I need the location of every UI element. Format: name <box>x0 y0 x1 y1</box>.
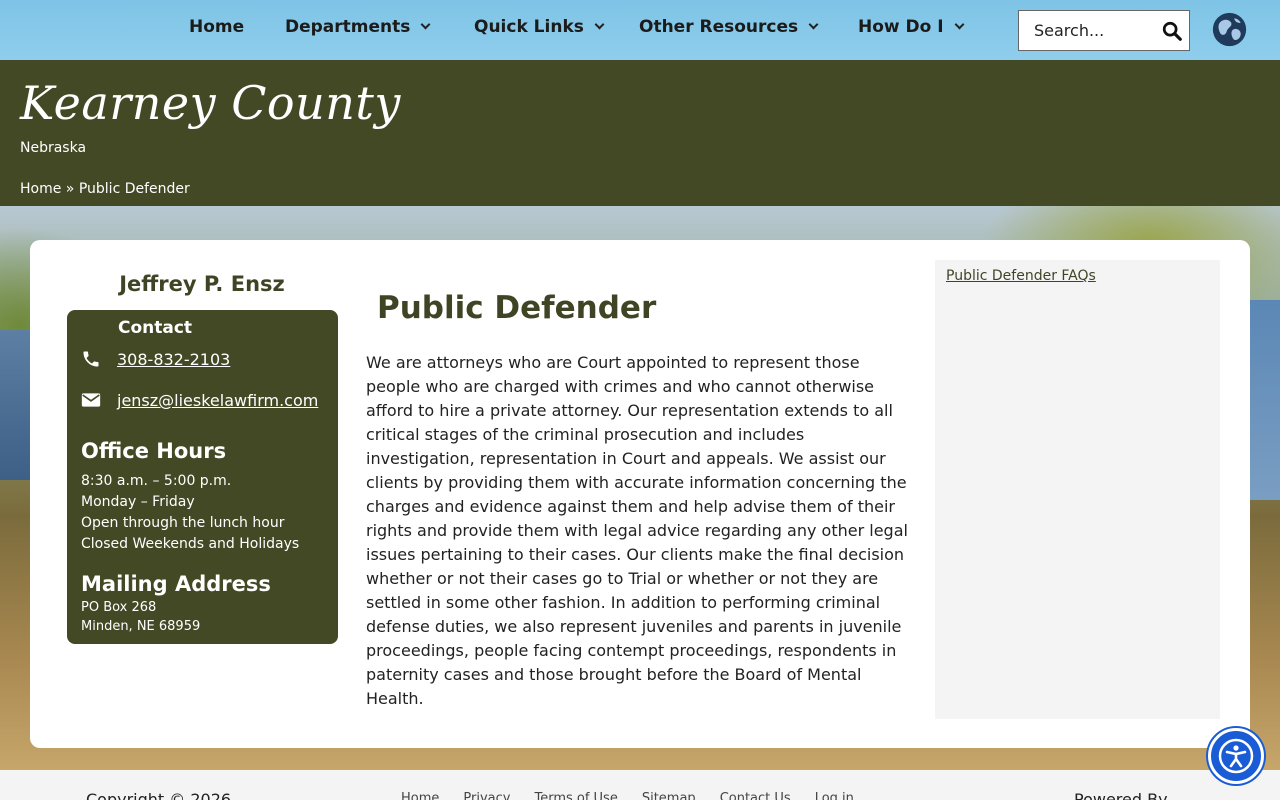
search-box <box>1018 10 1190 51</box>
nav-quick-links-label: Quick Links <box>474 17 584 37</box>
footer-link-privacy[interactable]: Privacy <box>463 791 510 800</box>
footer-link-contact[interactable]: Contact Us <box>720 791 791 800</box>
mail-icon <box>81 393 101 407</box>
office-hours-line: Closed Weekends and Holidays <box>81 536 300 552</box>
office-hours-line: 8:30 a.m. – 5:00 p.m. <box>81 473 232 489</box>
search-input[interactable] <box>1019 21 1154 40</box>
nav-other-resources[interactable]: Other Resources <box>639 17 819 37</box>
breadcrumb-home[interactable]: Home <box>20 181 61 197</box>
copyright: Copyright © 2026 <box>86 790 232 800</box>
office-hours-line: Open through the lunch hour <box>81 515 285 531</box>
contact-heading: Contact <box>118 318 193 338</box>
nav-home-label: Home <box>189 17 245 37</box>
email-link[interactable]: jensz@lieskelawfirm.com <box>117 391 318 410</box>
sidebar-panel: Public Defender FAQs <box>935 260 1220 719</box>
nav-quick-links[interactable]: Quick Links <box>474 17 605 37</box>
page-body-text: We are attorneys who are Court appointed… <box>366 353 908 708</box>
nav-departments[interactable]: Departments <box>285 17 431 37</box>
site-subtitle: Nebraska <box>20 140 87 156</box>
office-hours: 8:30 a.m. – 5:00 p.m. Monday – Friday Op… <box>81 471 299 555</box>
mailing-address-line: Minden, NE 68959 <box>81 619 201 634</box>
sidebar-link-faqs[interactable]: Public Defender FAQs <box>946 268 1096 284</box>
footer-links: Home Privacy Terms of Use Sitemap Contac… <box>401 791 854 800</box>
chevron-down-icon <box>594 19 605 30</box>
chevron-down-icon <box>420 19 431 30</box>
mailing-address-heading: Mailing Address <box>81 572 271 596</box>
office-hours-heading: Office Hours <box>81 439 227 463</box>
top-navigation: Home Departments Quick Links Other Resou… <box>0 0 1280 60</box>
nav-how-do-i-label: How Do I <box>858 17 944 37</box>
globe-icon[interactable] <box>1211 11 1248 48</box>
footer-link-home[interactable]: Home <box>401 791 439 800</box>
phone-icon <box>83 351 99 367</box>
mailing-address-line: PO Box 268 <box>81 600 157 615</box>
breadcrumb: Home » Public Defender <box>20 181 190 197</box>
page-title: Public Defender <box>377 290 657 326</box>
chevron-down-icon <box>954 19 965 30</box>
footer-link-sitemap[interactable]: Sitemap <box>642 791 696 800</box>
breadcrumb-separator: » <box>65 181 75 197</box>
footer-link-login[interactable]: Log in <box>815 791 854 800</box>
content-card: Jeffrey P. Ensz Contact 308-832-2103 jen… <box>30 240 1250 748</box>
nav-departments-label: Departments <box>285 17 411 37</box>
phone-link[interactable]: 308-832-2103 <box>117 350 230 369</box>
site-title[interactable]: Kearney County <box>20 76 401 130</box>
search-icon[interactable] <box>1161 20 1183 42</box>
nav-home[interactable]: Home <box>189 17 244 37</box>
accessibility-icon <box>1218 738 1254 774</box>
mailing-address: PO Box 268 Minden, NE 68959 <box>81 598 200 636</box>
person-name: Jeffrey P. Ensz <box>119 272 285 296</box>
office-hours-line: Monday – Friday <box>81 494 195 510</box>
powered-by: Powered By <box>1074 790 1168 800</box>
footer-link-terms[interactable]: Terms of Use <box>534 791 617 800</box>
accessibility-button[interactable] <box>1208 728 1264 784</box>
site-footer: Copyright © 2026 Home Privacy Terms of U… <box>0 770 1280 800</box>
nav-other-resources-label: Other Resources <box>639 17 799 37</box>
contact-box: Contact 308-832-2103 jensz@lieskelawfirm… <box>67 310 338 644</box>
nav-how-do-i[interactable]: How Do I <box>858 17 965 37</box>
site-header: Kearney County Nebraska Home » Public De… <box>0 60 1280 206</box>
breadcrumb-current: Public Defender <box>78 181 190 197</box>
chevron-down-icon <box>808 19 819 30</box>
